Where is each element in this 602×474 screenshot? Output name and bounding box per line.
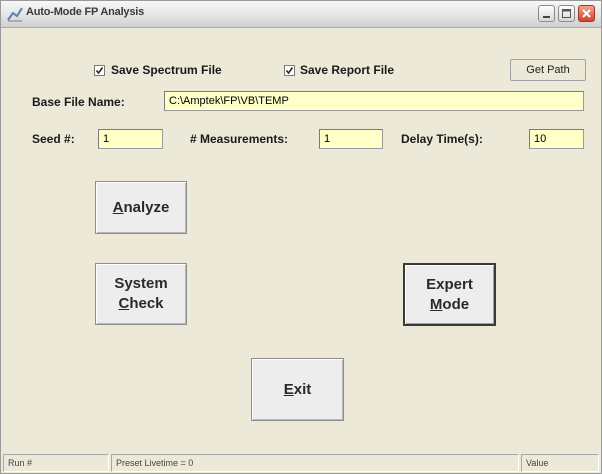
- base-file-field[interactable]: C:\Amptek\FP\VB\TEMP: [164, 91, 584, 111]
- maximize-button[interactable]: [558, 5, 575, 22]
- save-report-checkbox[interactable]: [284, 65, 295, 76]
- save-report-label[interactable]: Save Report File: [300, 63, 394, 77]
- save-spectrum-label[interactable]: Save Spectrum File: [111, 63, 222, 77]
- status-bar: Run # Preset Livetime = 0 Value: [1, 452, 601, 473]
- save-spectrum-checkbox[interactable]: [94, 65, 105, 76]
- delay-label: Delay Time(s):: [401, 132, 483, 146]
- status-preset: Preset Livetime = 0: [111, 454, 519, 472]
- get-path-button[interactable]: Get Path: [510, 59, 586, 81]
- system-check-button[interactable]: System Check: [95, 263, 187, 325]
- status-run: Run #: [3, 454, 109, 472]
- chart-trend-icon: [6, 5, 24, 23]
- measurements-label: # Measurements:: [190, 132, 289, 146]
- base-file-label: Base File Name:: [32, 95, 125, 109]
- seed-field[interactable]: 1: [98, 129, 163, 149]
- analyze-button[interactable]: Analyze: [95, 181, 187, 234]
- seed-label: Seed #:: [32, 132, 75, 146]
- delay-field[interactable]: 10: [529, 129, 584, 149]
- title-bar[interactable]: Auto-Mode FP Analysis: [1, 1, 601, 28]
- exit-button[interactable]: Exit: [251, 358, 344, 421]
- window-title: Auto-Mode FP Analysis: [26, 6, 145, 18]
- minimize-button[interactable]: [538, 5, 555, 22]
- measurements-field[interactable]: 1: [319, 129, 383, 149]
- auto-mode-window: Auto-Mode FP Analysis Save Spectrum File…: [0, 0, 602, 474]
- status-value: Value: [521, 454, 599, 472]
- close-button[interactable]: [578, 5, 595, 22]
- expert-mode-button[interactable]: Expert Mode: [403, 263, 496, 326]
